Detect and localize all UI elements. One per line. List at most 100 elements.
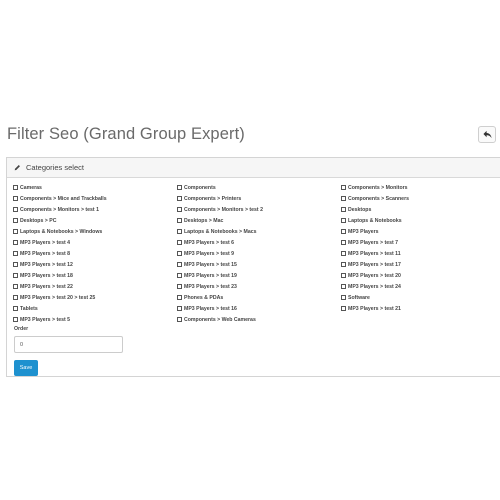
category-checkbox[interactable] xyxy=(13,262,18,267)
category-checkbox[interactable] xyxy=(13,218,18,223)
category-checkbox[interactable] xyxy=(13,240,18,245)
category-checkbox[interactable] xyxy=(13,295,18,300)
category-item[interactable]: Components > Web Cameras xyxy=(177,314,341,325)
category-item[interactable]: Components > Monitors > test 2 xyxy=(177,204,341,215)
category-label: Components > Monitors xyxy=(348,184,408,191)
category-checkbox[interactable] xyxy=(341,196,346,201)
category-item[interactable]: MP3 Players > test 9 xyxy=(177,248,341,259)
category-checkbox[interactable] xyxy=(341,284,346,289)
category-checkbox[interactable] xyxy=(177,262,182,267)
category-checkbox[interactable] xyxy=(177,273,182,278)
category-item[interactable]: MP3 Players > test 6 xyxy=(177,237,341,248)
category-item[interactable]: MP3 Players > test 15 xyxy=(177,259,341,270)
category-item[interactable]: MP3 Players xyxy=(341,226,500,237)
category-checkbox[interactable] xyxy=(177,229,182,234)
category-item[interactable]: MP3 Players > test 4 xyxy=(13,237,177,248)
category-label: MP3 Players > test 22 xyxy=(20,283,73,290)
category-checkbox[interactable] xyxy=(341,229,346,234)
category-checkbox[interactable] xyxy=(13,284,18,289)
category-checkbox[interactable] xyxy=(13,273,18,278)
category-label: Components xyxy=(184,184,216,191)
category-item[interactable]: Laptops & Notebooks xyxy=(341,215,500,226)
category-item[interactable]: MP3 Players > test 18 xyxy=(13,270,177,281)
category-checkbox[interactable] xyxy=(177,185,182,190)
panel-heading-text: Categories select xyxy=(26,163,84,172)
category-checkbox[interactable] xyxy=(177,295,182,300)
category-item[interactable]: MP3 Players > test 23 xyxy=(177,281,341,292)
category-label: Components > Scanners xyxy=(348,195,409,202)
category-checkbox[interactable] xyxy=(13,306,18,311)
category-checkbox[interactable] xyxy=(341,262,346,267)
category-item[interactable]: Desktops xyxy=(341,204,500,215)
category-label: MP3 Players > test 17 xyxy=(348,261,401,268)
category-checkbox[interactable] xyxy=(177,284,182,289)
category-checkbox[interactable] xyxy=(177,306,182,311)
category-checkbox[interactable] xyxy=(341,306,346,311)
category-item[interactable]: MP3 Players > test 16 xyxy=(177,303,341,314)
category-item[interactable]: Laptops & Notebooks > Windows xyxy=(13,226,177,237)
category-label: MP3 Players > test 8 xyxy=(20,250,71,257)
category-item[interactable]: Components > Mice and Trackballs xyxy=(13,193,177,204)
category-item[interactable]: Software xyxy=(341,292,500,303)
category-label: MP3 Players > test 5 xyxy=(20,316,71,323)
category-checkbox[interactable] xyxy=(13,207,18,212)
category-label: MP3 Players > test 7 xyxy=(348,239,399,246)
page-title: Filter Seo (Grand Group Expert) xyxy=(7,125,245,143)
category-item[interactable]: MP3 Players > test 22 xyxy=(13,281,177,292)
category-checkbox[interactable] xyxy=(341,273,346,278)
category-label: MP3 Players > test 24 xyxy=(348,283,401,290)
category-label: Components > Printers xyxy=(184,195,242,202)
category-checkbox[interactable] xyxy=(13,251,18,256)
category-item[interactable]: Desktops > PC xyxy=(13,215,177,226)
category-checkbox[interactable] xyxy=(341,251,346,256)
category-item[interactable]: MP3 Players > test 7 xyxy=(341,237,500,248)
category-label: Cameras xyxy=(20,184,42,191)
category-checkbox[interactable] xyxy=(177,317,182,322)
category-item[interactable]: MP3 Players > test 11 xyxy=(341,248,500,259)
category-list: Cameras Components Components > Monitors Co… xyxy=(13,182,500,325)
category-item[interactable]: Desktops > Mac xyxy=(177,215,341,226)
category-checkbox[interactable] xyxy=(13,317,18,322)
category-checkbox[interactable] xyxy=(341,295,346,300)
category-item[interactable]: MP3 Players > test 21 xyxy=(341,303,500,314)
category-item[interactable]: MP3 Players > test 17 xyxy=(341,259,500,270)
save-button[interactable]: Save xyxy=(14,360,38,376)
back-button[interactable] xyxy=(478,126,496,143)
category-checkbox[interactable] xyxy=(341,207,346,212)
category-item[interactable]: Laptops & Notebooks > Macs xyxy=(177,226,341,237)
category-item[interactable]: Phones & PDAs xyxy=(177,292,341,303)
category-label: MP3 Players > test 15 xyxy=(184,261,237,268)
category-item[interactable]: MP3 Players > test 24 xyxy=(341,281,500,292)
category-item[interactable]: Components > Printers xyxy=(177,193,341,204)
category-item[interactable]: MP3 Players > test 8 xyxy=(13,248,177,259)
category-label: Tablets xyxy=(20,305,38,312)
category-item[interactable]: Components xyxy=(177,182,341,193)
category-checkbox[interactable] xyxy=(13,196,18,201)
category-item[interactable]: Components > Monitors > test 1 xyxy=(13,204,177,215)
category-checkbox[interactable] xyxy=(341,185,346,190)
category-label: Laptops & Notebooks > Macs xyxy=(184,228,257,235)
category-checkbox[interactable] xyxy=(177,218,182,223)
order-label: Order xyxy=(14,326,29,332)
category-item[interactable]: Components > Monitors xyxy=(341,182,500,193)
category-item[interactable]: Cameras xyxy=(13,182,177,193)
category-item[interactable]: MP3 Players > test 20 > test 25 xyxy=(13,292,177,303)
category-checkbox[interactable] xyxy=(177,240,182,245)
category-item[interactable]: MP3 Players > test 19 xyxy=(177,270,341,281)
category-checkbox[interactable] xyxy=(177,207,182,212)
category-checkbox[interactable] xyxy=(13,229,18,234)
category-checkbox[interactable] xyxy=(13,185,18,190)
category-checkbox[interactable] xyxy=(341,218,346,223)
category-item[interactable]: MP3 Players > test 12 xyxy=(13,259,177,270)
category-label: MP3 Players > test 16 xyxy=(184,305,237,312)
category-checkbox[interactable] xyxy=(177,251,182,256)
category-item[interactable]: MP3 Players > test 20 xyxy=(341,270,500,281)
category-item[interactable]: Tablets xyxy=(13,303,177,314)
category-item[interactable]: Components > Scanners xyxy=(341,193,500,204)
category-label: MP3 Players > test 12 xyxy=(20,261,73,268)
category-checkbox[interactable] xyxy=(177,196,182,201)
category-item[interactable]: MP3 Players > test 5 xyxy=(13,314,177,325)
order-input[interactable]: 0 xyxy=(14,336,123,353)
category-label: Components > Monitors > test 2 xyxy=(184,206,263,213)
category-checkbox[interactable] xyxy=(341,240,346,245)
